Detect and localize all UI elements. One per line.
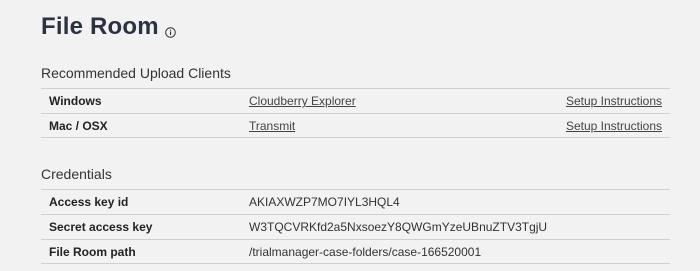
table-row: File Room path /trialmanager-case-folder… [41, 239, 670, 264]
setup-instructions-link-windows[interactable]: Setup Instructions [566, 94, 662, 108]
table-row: Windows Cloudberry Explorer Setup Instru… [41, 88, 670, 113]
file-room-path-value: /trialmanager-case-folders/case-16652000… [249, 244, 482, 259]
access-key-id-value: AKIAXWZP7MO7IYL3HQL4 [249, 195, 400, 209]
page-title: File Room [41, 13, 159, 40]
client-link-transmit[interactable]: Transmit [249, 119, 295, 133]
upload-clients-heading: Recommended Upload Clients [41, 65, 231, 81]
access-key-id-label: Access key id [49, 195, 129, 209]
platform-label: Windows [49, 94, 102, 108]
credentials-heading: Credentials [41, 166, 112, 182]
table-row: Mac / OSX Transmit Setup Instructions [41, 113, 670, 138]
platform-label: Mac / OSX [49, 118, 108, 133]
table-row: Secret access key W3TQCVRKfd2a5NxsoezY8Q… [41, 214, 670, 239]
file-room-page: File Room Recommended Upload Clients Win… [0, 0, 700, 271]
table-row: Access key id AKIAXWZP7MO7IYL3HQL4 [41, 189, 670, 214]
secret-access-key-label: Secret access key [49, 220, 153, 234]
file-room-path-label: File Room path [49, 244, 136, 259]
client-link-cloudberry[interactable]: Cloudberry Explorer [249, 94, 356, 108]
credentials-table: Access key id AKIAXWZP7MO7IYL3HQL4 Secre… [41, 189, 670, 264]
title-row: File Room [41, 13, 176, 41]
upload-clients-table: Windows Cloudberry Explorer Setup Instru… [41, 88, 670, 138]
info-icon[interactable] [165, 25, 176, 38]
secret-access-key-value: W3TQCVRKfd2a5NxsoezY8QWGmYzeUBnuZTV3TgjU [249, 220, 548, 234]
setup-instructions-link-mac[interactable]: Setup Instructions [566, 119, 662, 133]
